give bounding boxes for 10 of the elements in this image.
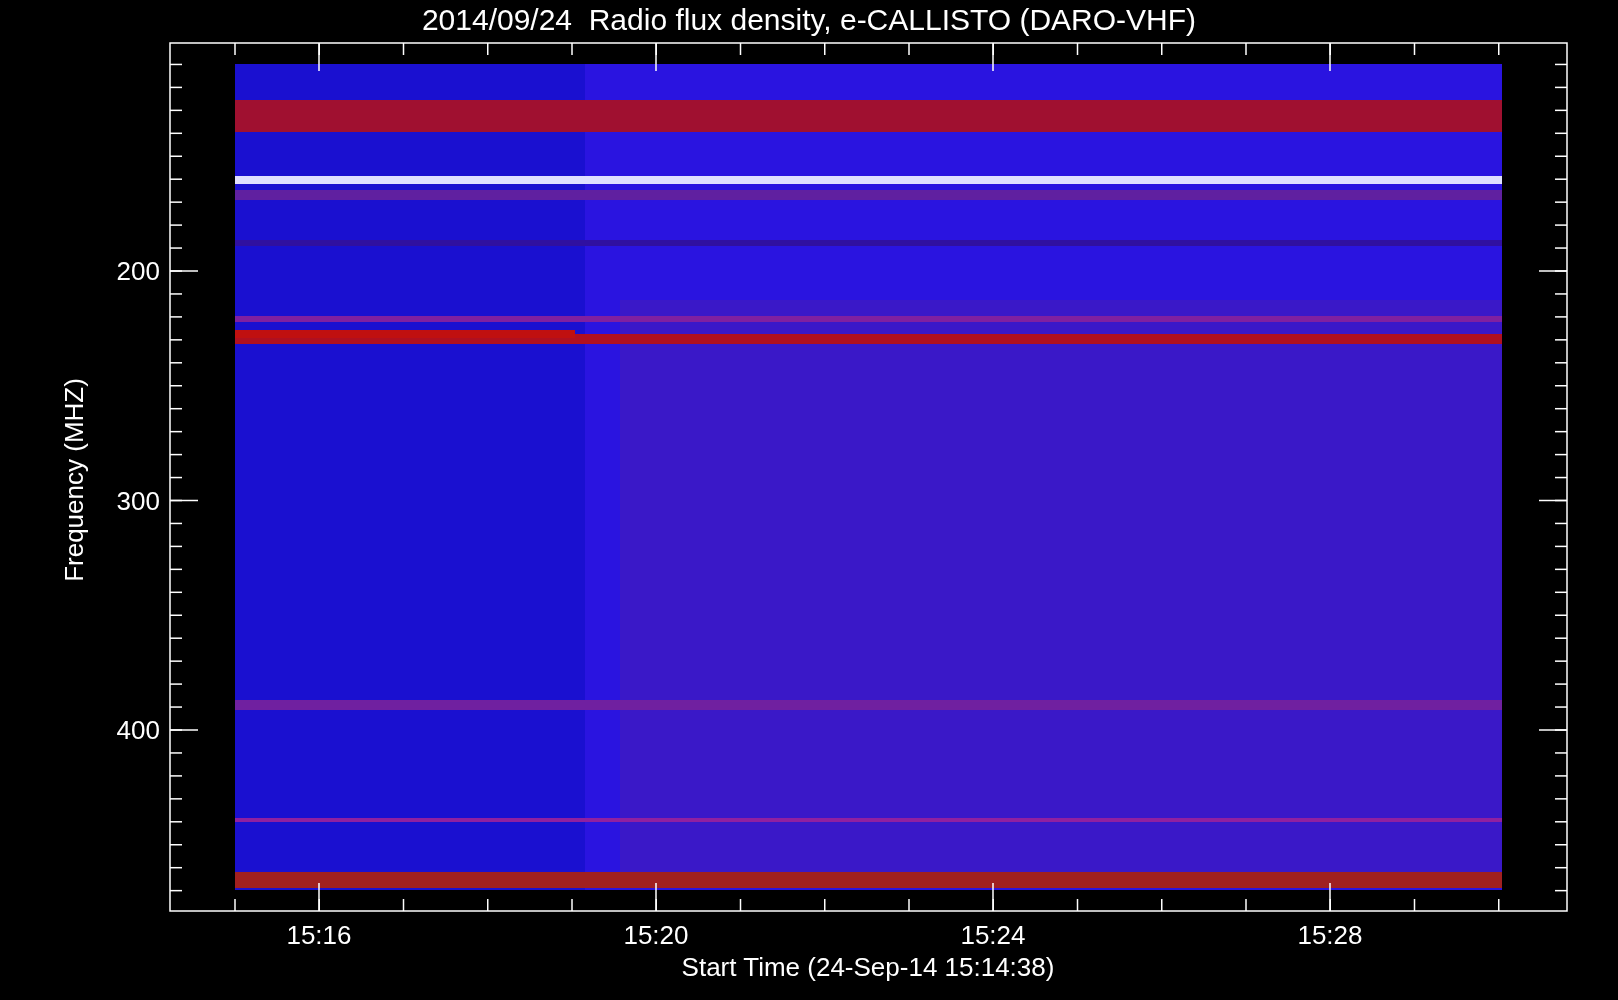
x-tick-label: 15:24 <box>960 920 1026 950</box>
y-axis-title: Frequency (MHZ) <box>59 378 89 582</box>
y-tick-label: 300 <box>116 485 160 516</box>
x-tick-label: 15:20 <box>623 920 689 950</box>
y-tick-label: 400 <box>116 715 160 745</box>
x-tick-label: 15:16 <box>286 920 352 950</box>
y-tick-label: 200 <box>116 256 160 286</box>
chart-title: 2014/09/24 Radio flux density, e-CALLISTO (DARO-VHF) <box>421 3 1197 36</box>
x-tick-label: 15:28 <box>1297 920 1363 950</box>
x-axis-title: Start Time (24-Sep-14 15:14:38) <box>681 952 1055 982</box>
